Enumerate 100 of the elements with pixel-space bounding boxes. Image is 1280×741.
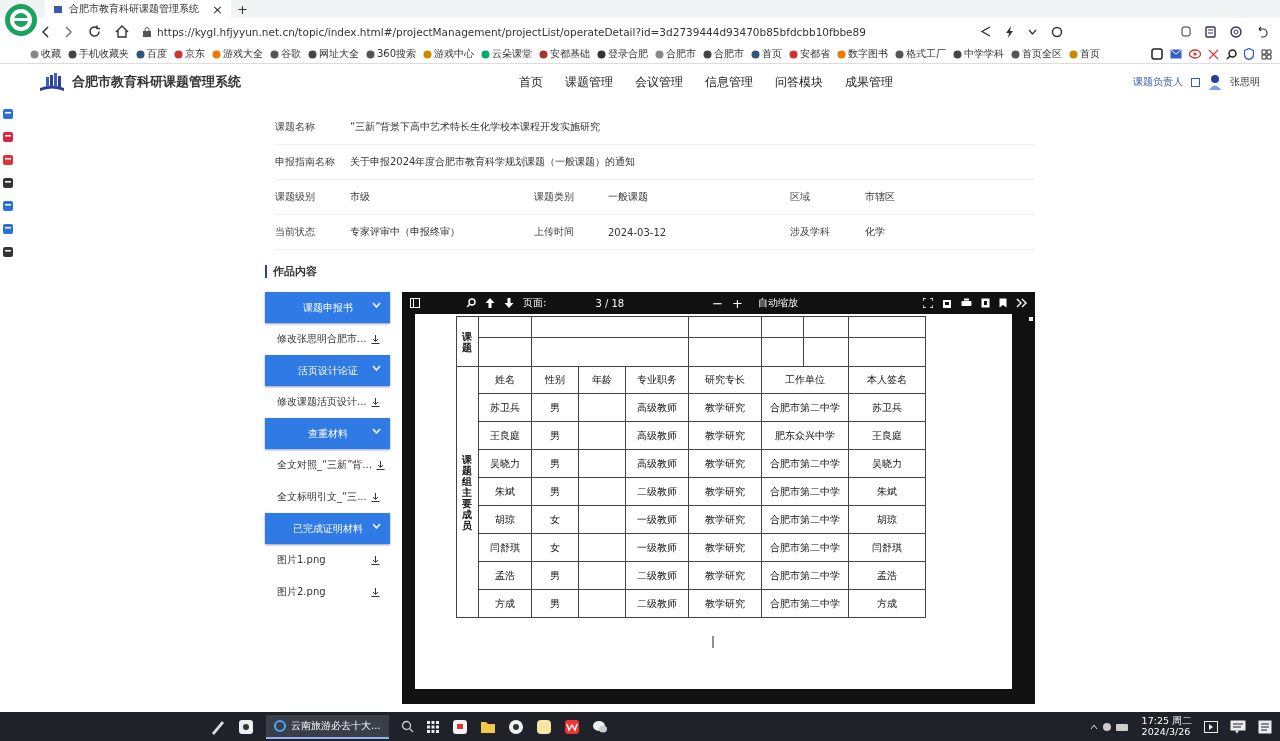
screen-icon[interactable] <box>1204 720 1218 733</box>
zoom-select[interactable]: 自动缩放 <box>758 296 798 310</box>
bookmark-link[interactable]: 收藏 <box>30 47 61 61</box>
file-link[interactable]: 图片1.png <box>277 553 367 567</box>
bookmark-link[interactable]: 首页全区 <box>1011 47 1063 61</box>
bookmark-link[interactable]: 格式工厂 <box>895 47 947 61</box>
table-cell: 吴晓力 <box>489 457 520 469</box>
sidebar-tool-icon[interactable] <box>2 246 14 258</box>
eye-icon[interactable] <box>1189 49 1201 59</box>
search-icon[interactable] <box>1226 48 1237 60</box>
taskbar-clock[interactable]: 17:25 周二 2024/3/26 <box>1141 715 1192 738</box>
search-icon[interactable] <box>466 298 476 308</box>
table-cell: 高级教师 <box>636 457 677 469</box>
user-name: 张思明 <box>1230 75 1260 89</box>
fullscreen-icon[interactable] <box>923 298 933 308</box>
grid-icon[interactable] <box>1261 48 1272 60</box>
bookmark-link[interactable]: 京东 <box>174 47 205 61</box>
bookmark-link[interactable]: 游戏大全 <box>212 47 263 61</box>
note-app-icon[interactable] <box>535 718 552 735</box>
column-header: 年龄 <box>591 374 612 385</box>
bookmark-link[interactable]: 网址大全 <box>308 47 359 61</box>
undo-icon[interactable] <box>1256 25 1268 38</box>
chevron-down-icon[interactable] <box>1028 28 1037 35</box>
nav-link[interactable]: 会议管理 <box>635 73 683 91</box>
action-center-icon[interactable] <box>1258 719 1272 734</box>
material-group-header[interactable]: 课题申报书 <box>265 292 390 323</box>
field-label: 当前状态 <box>275 215 350 250</box>
nav-link[interactable]: 首页 <box>519 73 543 91</box>
table-cell: 女 <box>549 541 560 553</box>
bookmark-link[interactable]: 首页 <box>751 47 783 61</box>
bookmark-link[interactable]: 合肥市 <box>655 47 697 61</box>
bookmark-icon[interactable] <box>999 298 1007 308</box>
zoom-out-button[interactable]: − <box>712 295 724 311</box>
table-cell: 男 <box>549 569 560 581</box>
bookmark-link[interactable]: 360搜索 <box>366 47 417 61</box>
search-icon[interactable] <box>400 720 414 733</box>
mail-icon[interactable] <box>1170 49 1182 59</box>
bookmark-link[interactable]: 数字图书 <box>837 47 889 61</box>
bookmark-link[interactable]: 安都省 <box>789 47 831 61</box>
bookmark-link[interactable]: 百度 <box>136 47 167 61</box>
nav-link[interactable]: 成果管理 <box>845 73 893 91</box>
table-cell: 男 <box>549 457 560 469</box>
bookmark-link[interactable]: 登录合肥 <box>597 47 649 61</box>
reload-icon[interactable] <box>88 25 101 38</box>
document-icon[interactable] <box>1205 25 1216 38</box>
nav-link[interactable]: 问答模块 <box>775 73 823 91</box>
up-arrow-icon[interactable] <box>485 298 495 308</box>
forward-icon[interactable] <box>64 25 74 38</box>
tray-icons-icon[interactable] <box>1089 720 1130 733</box>
circle-app-icon[interactable] <box>507 718 524 735</box>
app-grid-icon[interactable] <box>425 719 440 734</box>
user-role-link[interactable]: 课题负责人 <box>1133 75 1183 89</box>
material-group-header[interactable]: 查重材料 <box>265 418 390 449</box>
chat-icon[interactable] <box>591 718 608 735</box>
lightning-icon[interactable] <box>1005 25 1014 38</box>
home-icon[interactable] <box>115 25 129 38</box>
nav-link[interactable]: 课题管理 <box>565 73 613 91</box>
bookmark-link[interactable]: 合肥市 <box>703 47 745 61</box>
bookmark-link[interactable]: 中学学科 <box>953 47 1005 61</box>
back-icon[interactable] <box>40 25 50 38</box>
pen-icon[interactable] <box>210 718 226 735</box>
vertical-label: 课题 <box>462 330 472 353</box>
browser-tab[interactable]: 合肥市教育科研课题管理系统 × <box>45 0 231 18</box>
field-label: 区域 <box>790 180 865 215</box>
address-bar[interactable]: https://kygl.hfjyyun.net.cn/topic/index.html#/projectManagement/projectList/operateDetail?id=3d2739444d93470b85bfdcbb10fbbe89 <box>143 25 866 38</box>
file-link[interactable]: 修改张思明合肥市... <box>277 332 367 346</box>
material-group-header[interactable]: 活页设计论证 <box>265 355 390 386</box>
material-group-header[interactable]: 已完成证明材料 <box>265 513 390 544</box>
shield-icon[interactable] <box>1244 48 1254 60</box>
zoom-in-button[interactable]: + <box>732 295 743 311</box>
print-icon[interactable] <box>961 298 972 308</box>
table-cell: 王良庭 <box>489 429 520 441</box>
bookmark-link[interactable]: 谷歌 <box>270 47 301 61</box>
field-label: 课题级别 <box>275 180 350 215</box>
file-link[interactable]: 图片2.png <box>277 585 367 599</box>
scissors-icon[interactable] <box>1208 48 1219 60</box>
file-link[interactable]: 全文标明引文_“三... <box>277 490 367 504</box>
wps-icon[interactable] <box>563 718 580 735</box>
bookmark-link[interactable]: 手机收藏夹 <box>68 47 129 61</box>
bookmark-link[interactable]: 首页 <box>1069 47 1101 61</box>
bookmark-site-icon <box>1011 49 1021 59</box>
sidebar-tool-icon[interactable] <box>2 177 14 189</box>
nav-link[interactable]: 信息管理 <box>705 73 753 91</box>
new-tab-button[interactable]: + <box>237 1 248 17</box>
notification-icon[interactable] <box>1230 719 1246 734</box>
bookmark-link[interactable]: 安都基础 <box>539 47 591 61</box>
share-icon[interactable] <box>980 26 991 37</box>
bookmark-link[interactable]: 云朵课堂 <box>481 47 533 61</box>
scroll-marker[interactable] <box>1029 317 1033 321</box>
file-link[interactable]: 全文对照_“三新”背... <box>277 458 372 472</box>
taskbar-window-button[interactable]: 云南旅游必去十大... <box>266 714 389 739</box>
bookmark-link[interactable]: 游戏中心 <box>423 47 475 61</box>
page-number[interactable]: 3 / 18 <box>595 297 625 309</box>
close-tab-button[interactable]: × <box>212 1 223 17</box>
app-icon[interactable] <box>451 718 468 735</box>
sidebar-toggle-icon[interactable] <box>410 298 420 308</box>
down-arrow-icon[interactable] <box>504 298 514 308</box>
double-chevron-icon[interactable] <box>1016 298 1027 308</box>
circle-icon[interactable] <box>1051 25 1063 38</box>
file-link[interactable]: 修改课题活页设计... <box>277 395 367 409</box>
